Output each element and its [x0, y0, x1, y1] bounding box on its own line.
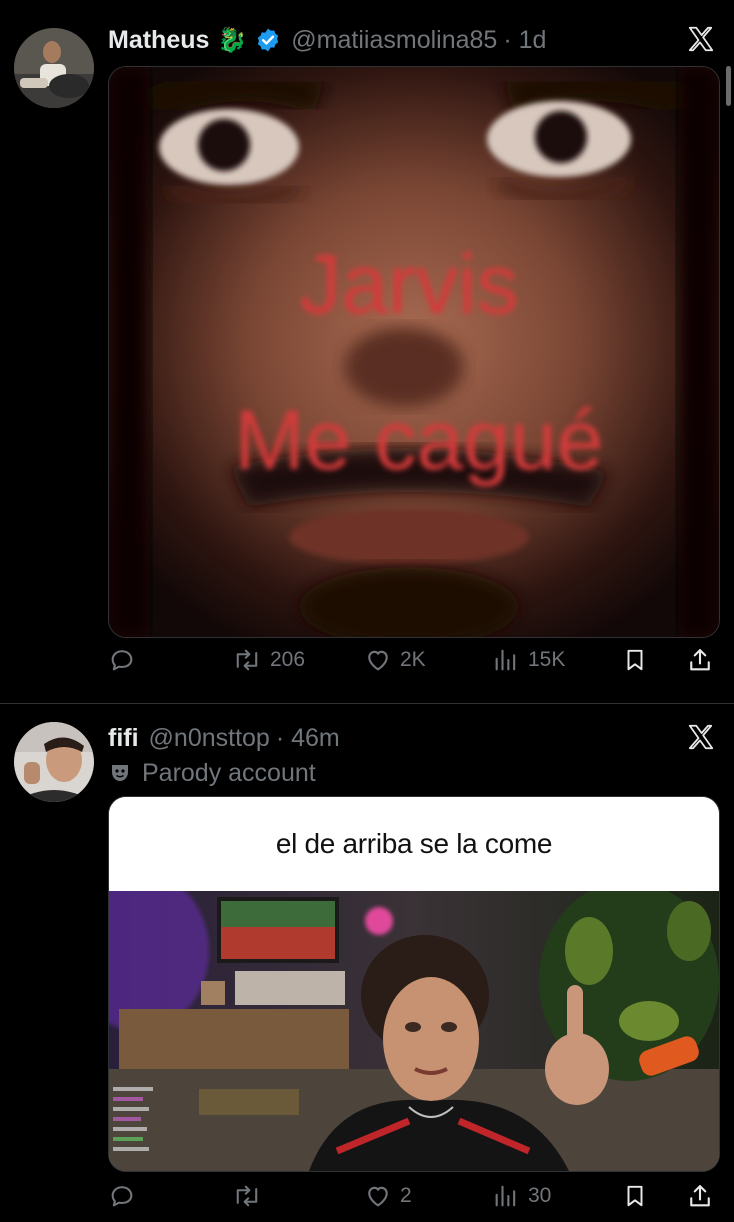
parody-mask-icon [108, 761, 132, 785]
retweet-icon [236, 649, 258, 671]
bookmark-button[interactable] [622, 646, 648, 674]
x-logo-icon [686, 722, 718, 754]
views-icon [495, 1185, 516, 1207]
meme-caption: el de arriba se la come [275, 828, 553, 859]
meme-caption-bar: el de arriba se la come [109, 797, 719, 891]
bookmark-button[interactable] [622, 1182, 648, 1210]
bookmark-icon [627, 649, 643, 671]
views-count: 30 [528, 1184, 552, 1207]
heart-icon [368, 1186, 388, 1207]
display-name[interactable]: Matheus [108, 26, 209, 55]
tweet-media-image[interactable]: el de arriba se la come [108, 796, 720, 1172]
verified-badge-icon [255, 27, 281, 53]
like-count: 2K [400, 648, 426, 671]
like-button[interactable]: 2 [364, 1182, 412, 1210]
views-button[interactable]: 30 [492, 1182, 551, 1210]
tweet-actions: 206 2K 15K [108, 646, 718, 686]
parody-label-text: Parody account [142, 758, 316, 787]
retweet-button[interactable] [232, 1182, 262, 1210]
post-time[interactable]: · 46m [276, 724, 340, 753]
reply-button[interactable] [108, 1182, 136, 1210]
avatar[interactable] [14, 722, 94, 802]
views-count: 15K [528, 648, 566, 671]
like-count: 2 [400, 1184, 412, 1207]
tweet-header: fifi @n0nsttop · 46m [108, 720, 340, 756]
share-button[interactable] [686, 646, 714, 674]
reply-button[interactable] [108, 646, 136, 674]
tweet-2[interactable]: fifi @n0nsttop · 46m Parody account el d… [0, 704, 734, 1207]
tweet-media-image[interactable]: Jarvis Me cagué [108, 66, 720, 638]
share-icon [690, 649, 710, 671]
avatar[interactable] [14, 28, 94, 108]
stream-photo [109, 891, 719, 1171]
reply-icon [111, 1186, 133, 1207]
retweet-icon [236, 1185, 258, 1207]
scrollbar[interactable] [726, 66, 731, 106]
views-icon [495, 649, 516, 671]
tweet-1[interactable]: Matheus 🐉 @matiiasmolina85 · 1d Jarvis M… [0, 0, 734, 703]
retweet-count: 206 [270, 648, 306, 671]
meme-text-line1: Jarvis [299, 237, 518, 331]
share-button[interactable] [686, 1182, 714, 1210]
display-name[interactable]: fifi [108, 724, 139, 753]
tweet-header: Matheus 🐉 @matiiasmolina85 · 1d [108, 22, 546, 58]
x-logo-icon [686, 24, 718, 56]
like-button[interactable]: 2K [364, 646, 426, 674]
user-handle[interactable]: @n0nsttop [149, 724, 270, 753]
meme-text-line2: Me cagué [235, 393, 604, 487]
post-time[interactable]: · 1d [503, 26, 546, 55]
parody-label: Parody account [108, 756, 316, 790]
user-handle[interactable]: @matiiasmolina85 [291, 26, 497, 55]
views-button[interactable]: 15K [492, 646, 565, 674]
bookmark-icon [627, 1185, 643, 1207]
heart-icon [368, 650, 388, 671]
tweet-actions: 2 30 [108, 1182, 718, 1222]
share-icon [690, 1185, 710, 1207]
dragon-emoji: 🐉 [217, 26, 248, 54]
reply-icon [111, 650, 133, 671]
retweet-button[interactable]: 206 [232, 646, 305, 674]
